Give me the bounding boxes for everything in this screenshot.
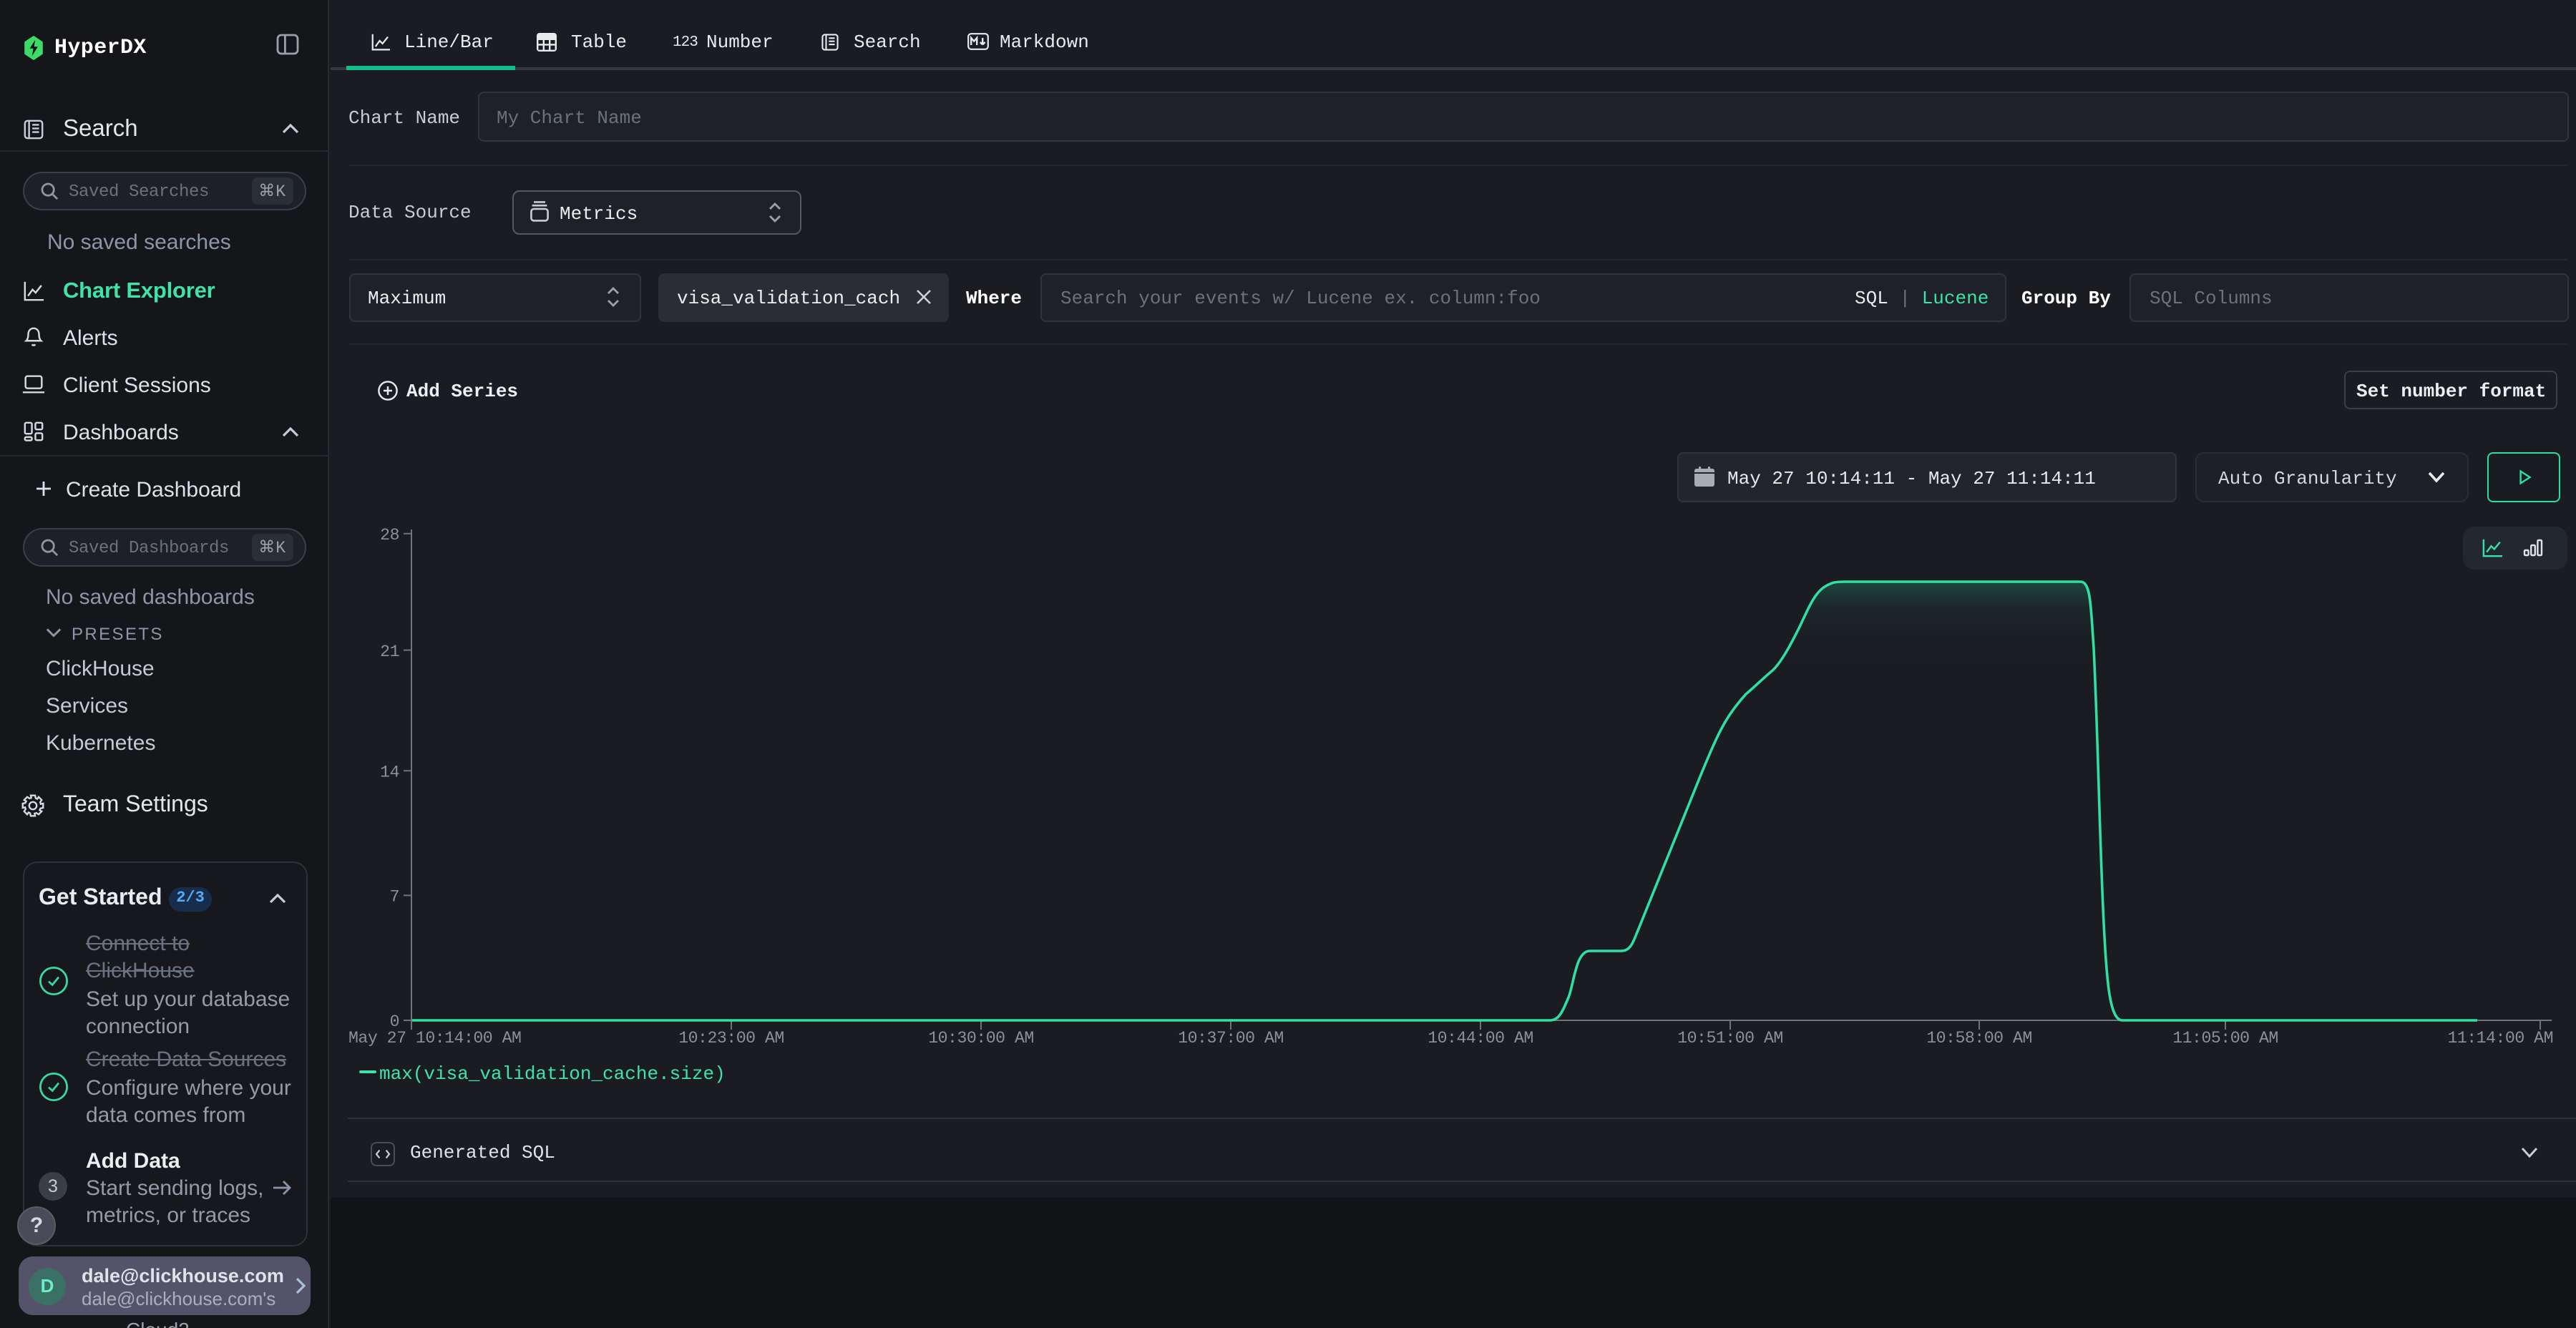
svg-text:May 27 10:14:00 AM: May 27 10:14:00 AM (348, 1029, 521, 1048)
svg-text:10:51:00 AM: 10:51:00 AM (1677, 1029, 1783, 1048)
svg-text:11:05:00 AM: 11:05:00 AM (2172, 1029, 2278, 1048)
svg-text:10:37:00 AM: 10:37:00 AM (1178, 1029, 1284, 1048)
svg-text:11:14:00 AM: 11:14:00 AM (2447, 1029, 2553, 1048)
svg-text:10:30:00 AM: 10:30:00 AM (928, 1029, 1034, 1048)
svg-text:14: 14 (380, 763, 399, 781)
svg-text:10:58:00 AM: 10:58:00 AM (1926, 1029, 2032, 1048)
svg-text:7: 7 (390, 888, 399, 907)
svg-text:10:23:00 AM: 10:23:00 AM (678, 1029, 784, 1048)
svg-text:21: 21 (380, 643, 399, 661)
svg-text:28: 28 (380, 526, 399, 545)
svg-text:10:44:00 AM: 10:44:00 AM (1428, 1029, 1533, 1048)
